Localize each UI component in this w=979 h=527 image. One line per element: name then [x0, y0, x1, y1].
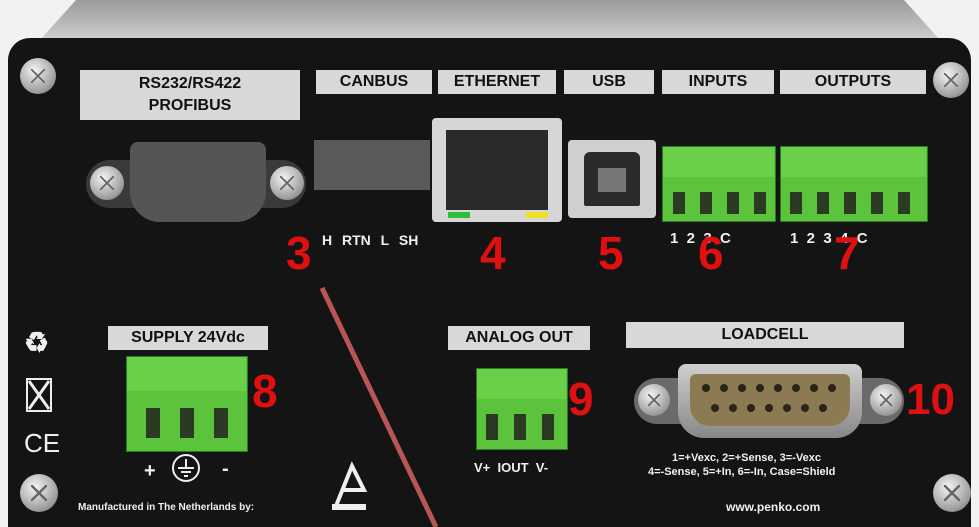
- pointer-line: [319, 286, 439, 527]
- device-rear-panel-photo: RS232/RS422 PROFIBUS CANBUS ETHERNET USB…: [0, 0, 979, 527]
